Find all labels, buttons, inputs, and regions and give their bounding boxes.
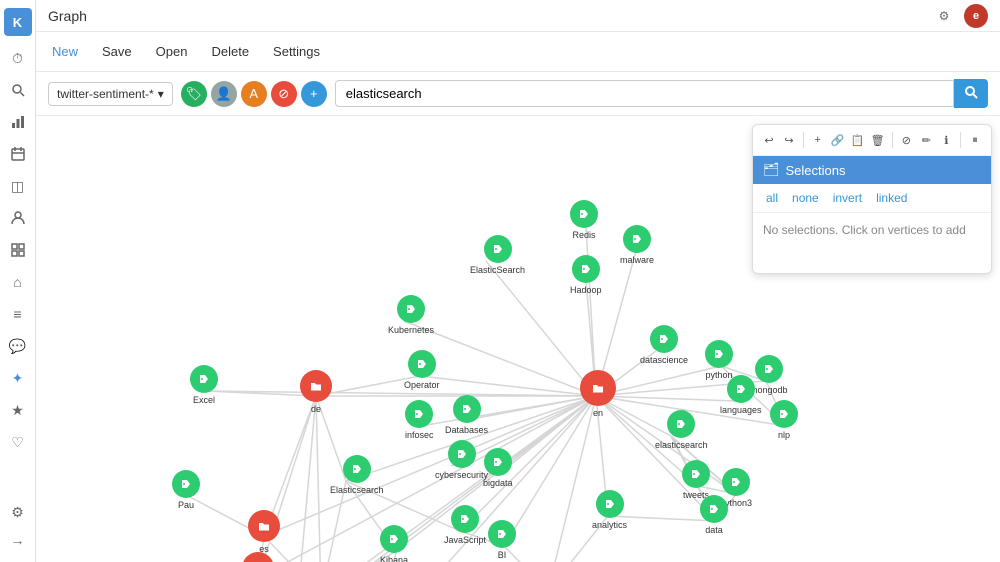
main-content: Graph ⚙ e New Save Open Delete Settings …: [36, 0, 1000, 562]
graph-area[interactable]: Redis malware ElasticSearch Hadoop Kubernete…: [36, 116, 1000, 562]
search-bar: twitter-sentiment-* ▾ 🏷 👤 A ⊘ +: [36, 72, 1000, 116]
new-button[interactable]: New: [48, 42, 82, 61]
node-elasticsearch_mid[interactable]: elasticsearch: [655, 410, 708, 450]
node-python[interactable]: python: [705, 340, 733, 380]
search-input-wrap: [335, 79, 988, 108]
toolbar-sep-3: [960, 132, 961, 148]
settings-button[interactable]: Settings: [269, 42, 324, 61]
index-dropdown[interactable]: twitter-sentiment-* ▾: [48, 82, 173, 106]
titlebar-actions: ⚙ e: [932, 4, 988, 28]
sidebar-item-person[interactable]: [4, 204, 32, 232]
node-tweets[interactable]: tweets: [682, 460, 710, 500]
node-kubernetes[interactable]: Kubernetes: [388, 295, 434, 335]
selections-icon: 🗂: [763, 162, 780, 178]
node-hadoop[interactable]: Hadoop: [570, 255, 602, 295]
search-input[interactable]: [335, 80, 954, 107]
filter-orange-icon[interactable]: A: [241, 81, 267, 107]
node-excel[interactable]: Excel: [190, 365, 218, 405]
selections-header: 🗂 Selections: [753, 156, 991, 184]
block-button[interactable]: ⊘: [898, 129, 914, 151]
toolbar-sep-1: [803, 132, 804, 148]
node-fr[interactable]: fr: [242, 552, 274, 562]
delete-sel-button[interactable]: 🗑: [870, 129, 886, 151]
sidebar-item-grid[interactable]: [4, 236, 32, 264]
node-bi[interactable]: BI: [488, 520, 516, 560]
settings-icon-btn[interactable]: ⚙: [932, 4, 956, 28]
filter-gray-icon[interactable]: 👤: [211, 81, 237, 107]
titlebar: Graph ⚙ e: [36, 0, 1000, 32]
selections-title: Selections: [786, 163, 846, 178]
app-logo[interactable]: K: [4, 8, 32, 36]
node-pau[interactable]: Pau: [172, 470, 200, 510]
node-cybersecurity[interactable]: cybersecurity: [435, 440, 488, 480]
pause-button[interactable]: ⏸: [967, 129, 983, 151]
node-analytics[interactable]: analytics: [592, 490, 627, 530]
sidebar-item-arrow[interactable]: →: [4, 526, 32, 554]
node-languages[interactable]: languages: [720, 375, 762, 415]
node-elasticsearch_node[interactable]: Elasticsearch: [330, 455, 384, 495]
filter-red-icon[interactable]: ⊘: [271, 81, 297, 107]
node-infosec[interactable]: infosec: [405, 400, 434, 440]
save-button[interactable]: Save: [98, 42, 136, 61]
sidebar-item-heart[interactable]: ♡: [4, 428, 32, 456]
tab-invert[interactable]: invert: [830, 190, 865, 206]
node-elasticsearch_top[interactable]: ElasticSearch: [470, 235, 525, 275]
tab-none[interactable]: none: [789, 190, 822, 206]
node-en[interactable]: en: [580, 370, 616, 418]
node-bigdata[interactable]: bigdata: [483, 448, 513, 488]
sidebar-item-calendar[interactable]: [4, 140, 32, 168]
node-kibana[interactable]: Kibana: [380, 525, 408, 562]
info-button[interactable]: ℹ: [938, 129, 954, 151]
sidebar-item-home2[interactable]: ⌂: [4, 268, 32, 296]
sidebar-item-chart[interactable]: [4, 108, 32, 136]
sidebar-item-chat[interactable]: 💬: [4, 332, 32, 360]
filter-green-icon[interactable]: 🏷: [181, 81, 207, 107]
selections-body: No selections. Click on vertices to add: [753, 213, 991, 273]
link-button[interactable]: 🔗: [830, 129, 846, 151]
node-nlp[interactable]: nlp: [770, 400, 798, 440]
sidebar-item-star[interactable]: ★: [4, 396, 32, 424]
sidebar: K ⏱ ◫ ⌂ ≡ 💬 ✦ ★ ♡ ⚙ →: [0, 0, 36, 562]
toolbar: New Save Open Delete Settings: [36, 32, 1000, 72]
selections-tabs: all none invert linked: [753, 184, 991, 213]
open-button[interactable]: Open: [152, 42, 192, 61]
sidebar-item-gear[interactable]: ⚙: [4, 498, 32, 526]
sidebar-item-search[interactable]: [4, 76, 32, 104]
node-de[interactable]: de: [300, 370, 332, 414]
sidebar-item-list[interactable]: ≡: [4, 300, 32, 328]
copy-button[interactable]: 📋: [850, 129, 866, 151]
tab-all[interactable]: all: [763, 190, 781, 206]
undo-button[interactable]: ↩: [761, 129, 777, 151]
dropdown-arrow-icon: ▾: [158, 87, 164, 101]
sidebar-item-layers[interactable]: ◫: [4, 172, 32, 200]
page-title: Graph: [48, 8, 87, 24]
node-es[interactable]: es: [248, 510, 280, 554]
filter-icons: 🏷 👤 A ⊘ +: [181, 81, 327, 107]
filter-add-icon[interactable]: +: [301, 81, 327, 107]
tab-linked[interactable]: linked: [873, 190, 910, 206]
sidebar-item-graph[interactable]: ✦: [4, 364, 32, 392]
node-data[interactable]: data: [700, 495, 728, 535]
sidebar-item-home[interactable]: ⏱: [4, 44, 32, 72]
selections-panel: ↩ ↪ + 🔗 📋 🗑 ⊘ ✏ ℹ ⏸ 🗂 Selections all: [752, 124, 992, 274]
edit-button[interactable]: ✏: [918, 129, 934, 151]
node-malware[interactable]: malware: [620, 225, 654, 265]
user-avatar[interactable]: e: [964, 4, 988, 28]
selections-toolbar: ↩ ↪ + 🔗 📋 🗑 ⊘ ✏ ℹ ⏸: [753, 125, 991, 156]
node-redis[interactable]: Redis: [570, 200, 598, 240]
toolbar-sep-2: [892, 132, 893, 148]
search-button[interactable]: [954, 79, 988, 108]
node-operator[interactable]: Operator: [404, 350, 440, 390]
node-databases[interactable]: Databases: [445, 395, 488, 435]
selections-empty-msg: No selections. Click on vertices to add: [763, 223, 966, 237]
add-button[interactable]: +: [810, 129, 826, 151]
node-datacience[interactable]: datascience: [640, 325, 688, 365]
redo-button[interactable]: ↪: [781, 129, 797, 151]
delete-button[interactable]: Delete: [207, 42, 253, 61]
node-javascript[interactable]: JavaScript: [444, 505, 486, 545]
